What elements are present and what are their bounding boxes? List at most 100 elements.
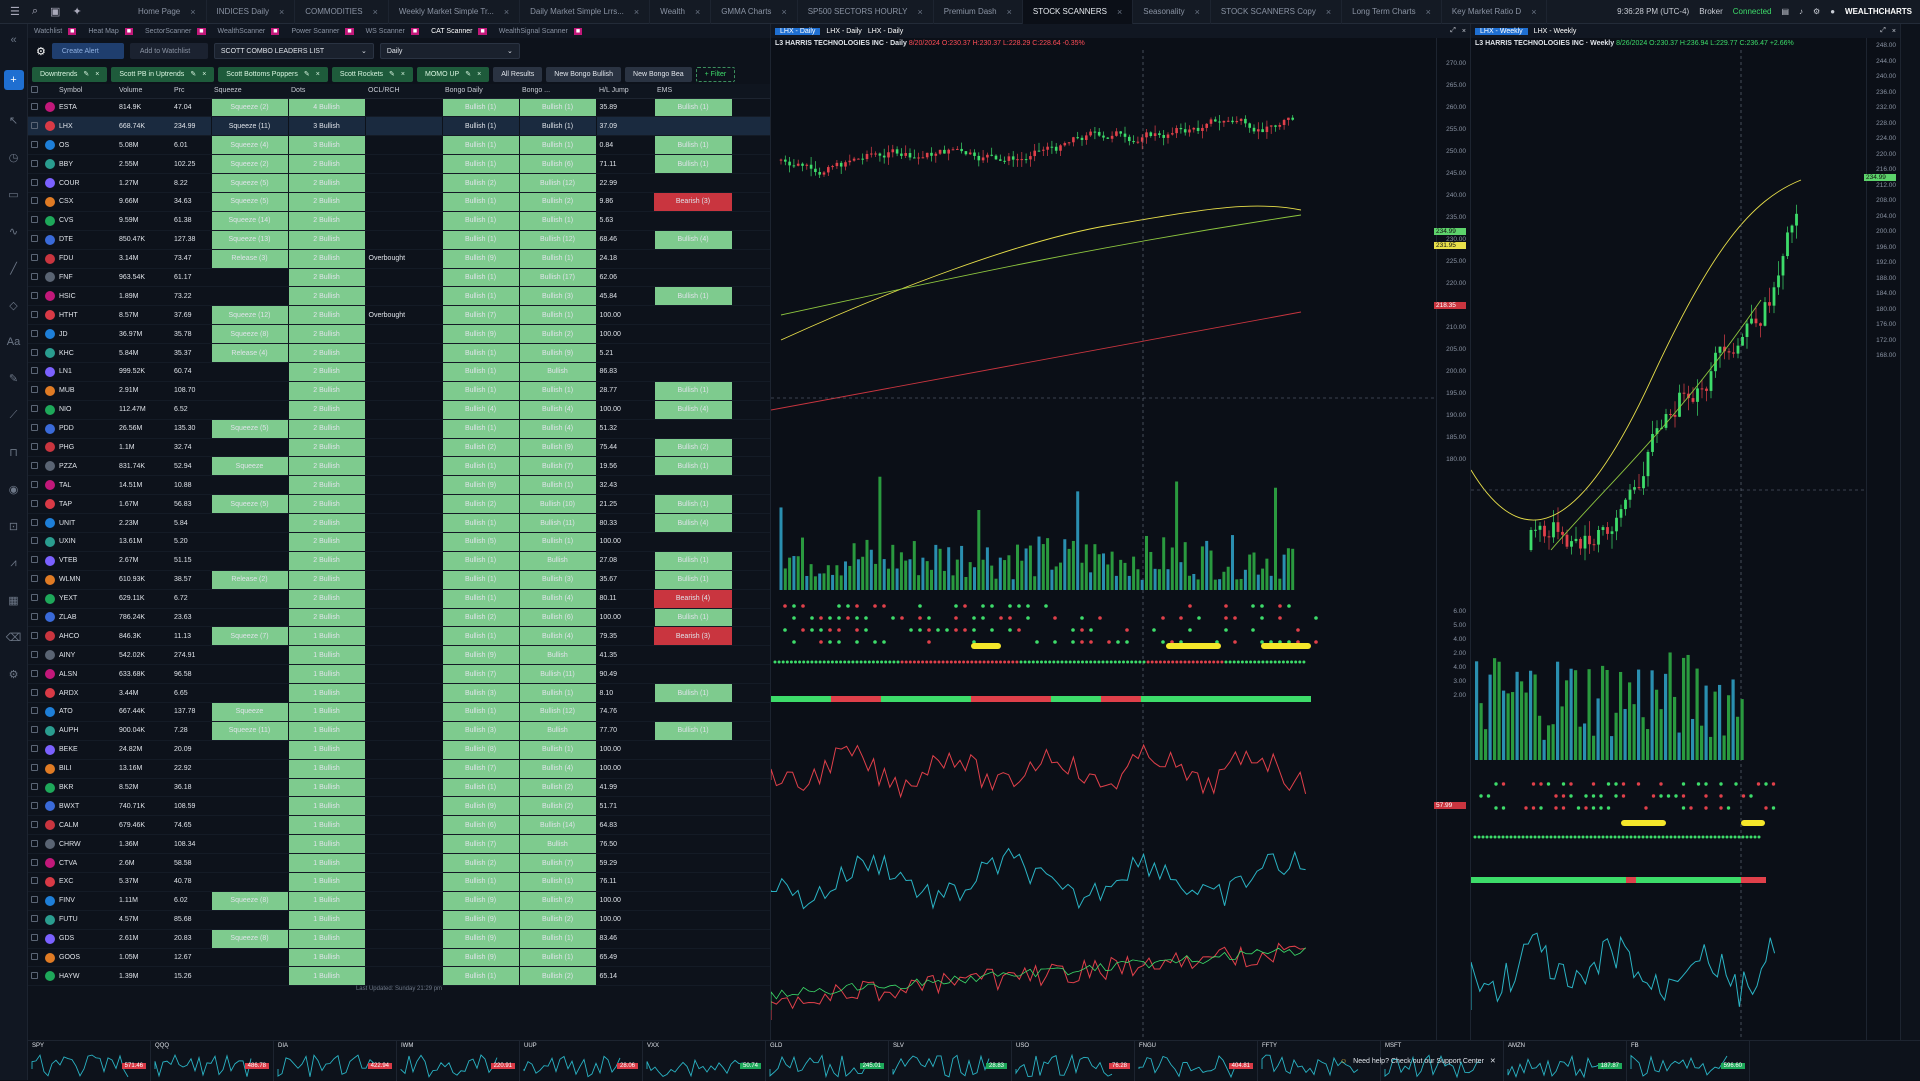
column-header[interactable]: Squeeze: [211, 84, 288, 99]
table-row[interactable]: DTE 850.47K 127.38 Squeeze (13) 2 Bullish Bul…: [28, 230, 770, 250]
gear-icon[interactable]: ⚙: [1813, 7, 1820, 16]
row-checkbox[interactable]: [28, 796, 42, 817]
close-icon[interactable]: ×: [477, 71, 481, 78]
row-checkbox[interactable]: [28, 929, 42, 949]
row-checkbox[interactable]: [28, 456, 42, 477]
layout-tab[interactable]: COMMODITIES ×: [295, 0, 389, 24]
row-checkbox[interactable]: [28, 815, 42, 836]
table-row[interactable]: TAP 1.67M 56.83 Squeeze (5) 2 Bullish Bullish…: [28, 494, 770, 515]
column-header[interactable]: Bongo ...: [519, 84, 596, 99]
chart-tab[interactable]: LHX - Daily: [775, 27, 821, 35]
menu-icon[interactable]: ☰: [10, 5, 20, 18]
close-icon[interactable]: ×: [316, 71, 320, 78]
weekly-chart-canvas[interactable]: [1471, 50, 1867, 1040]
close-icon[interactable]: ×: [279, 7, 284, 17]
column-header[interactable]: Bongo Daily: [442, 84, 519, 99]
table-row[interactable]: ESTA 814.9K 47.04 Squeeze (2) 4 Bullish Bulli…: [28, 98, 770, 118]
row-checkbox[interactable]: [28, 664, 42, 685]
text-icon[interactable]: Aa: [7, 336, 20, 348]
collapse-icon[interactable]: «: [10, 34, 16, 46]
table-row[interactable]: FUTU 4.57M 85.68 1 Bullish Bullish (9) Bullis…: [28, 910, 770, 930]
close-icon[interactable]: ×: [1531, 7, 1536, 17]
filter-chip[interactable]: MOMO UP ✎ ×: [417, 66, 490, 82]
mini-chart[interactable]: UUP 28.06: [520, 1041, 643, 1081]
scanner-subtab[interactable]: Heat Map ■: [82, 27, 139, 35]
layout-tab[interactable]: STOCK SCANNERS ×: [1022, 0, 1134, 24]
mini-chart[interactable]: FNGU 404.81: [1135, 1041, 1258, 1081]
table-row[interactable]: JD 36.97M 35.78 Squeeze (8) 2 Bullish Bullish…: [28, 324, 770, 345]
close-icon[interactable]: ×: [401, 71, 405, 78]
close-icon[interactable]: ✕: [1490, 1057, 1496, 1065]
add-icon[interactable]: +: [3, 70, 24, 90]
calendar-icon[interactable]: ▭: [8, 188, 18, 201]
table-row[interactable]: NIO 112.47M 6.52 2 Bullish Bullish (4) Bullis…: [28, 400, 770, 420]
close-icon[interactable]: ×: [634, 7, 639, 17]
avatar[interactable]: ●: [1830, 7, 1835, 16]
row-checkbox[interactable]: [28, 211, 42, 231]
table-row[interactable]: WLMN 610.93K 38.57 Release (2) 2 Bullish Bull…: [28, 570, 770, 590]
layout-tab[interactable]: Seasonality ×: [1133, 0, 1211, 24]
row-checkbox[interactable]: [28, 400, 42, 420]
eye-icon[interactable]: ◉: [9, 483, 19, 496]
chart-tab[interactable]: LHX - Weekly: [1534, 28, 1577, 35]
column-header[interactable]: Volume: [116, 84, 171, 99]
row-checkbox[interactable]: [28, 116, 42, 137]
results-button[interactable]: All Results: [493, 66, 543, 82]
row-checkbox[interactable]: [28, 381, 42, 401]
edit-icon[interactable]: ✎: [190, 70, 196, 78]
settings-gear-icon[interactable]: ⚙: [36, 45, 46, 58]
row-checkbox[interactable]: [28, 475, 42, 496]
table-row[interactable]: CTVA 2.6M 58.58 1 Bullish Bullish (2) Bullish…: [28, 853, 770, 874]
table-row[interactable]: ATO 667.44K 137.78 Squeeze 1 Bullish Bullish …: [28, 702, 770, 722]
layout-tab[interactable]: GMMA Charts ×: [711, 0, 798, 24]
row-checkbox[interactable]: [28, 891, 42, 911]
layout-tab[interactable]: INDICES Daily ×: [207, 0, 296, 24]
column-header[interactable]: Dots: [288, 84, 365, 99]
table-row[interactable]: OS 5.08M 6.01 Squeeze (4) 3 Bullish Bullish (…: [28, 135, 770, 156]
row-checkbox[interactable]: [28, 305, 42, 326]
daily-price-axis[interactable]: 270.00 265.00 260.00 255.00 250.00 245.00 240.…: [1434, 38, 1470, 1040]
close-icon[interactable]: ×: [1462, 28, 1466, 35]
mini-chart[interactable]: VXX 50.74: [643, 1041, 766, 1081]
clock-icon[interactable]: ◷: [9, 151, 19, 164]
maximize-icon[interactable]: ⤢: [1880, 27, 1886, 35]
row-checkbox[interactable]: [28, 286, 42, 307]
table-row[interactable]: VTEB 2.67M 51.15 2 Bullish Bullish (1) Bullis…: [28, 551, 770, 571]
row-checkbox[interactable]: [28, 966, 42, 987]
row-checkbox[interactable]: [28, 759, 42, 779]
filter-chip[interactable]: Downtrends ✎ ×: [32, 66, 108, 82]
table-row[interactable]: CSX 9.66M 34.63 Squeeze (5) 2 Bullish Bullish…: [28, 192, 770, 212]
mini-chart[interactable]: DIA 422.94: [274, 1041, 397, 1081]
table-row[interactable]: LHX 668.74K 234.99 Squeeze (11) 3 Bullish Bul…: [28, 116, 770, 137]
lock-icon[interactable]: ⊡: [9, 520, 18, 533]
layers-icon[interactable]: ▦: [8, 594, 18, 607]
table-row[interactable]: TAL 14.51M 10.88 2 Bullish Bullish (9) Bullis…: [28, 475, 770, 496]
column-header[interactable]: OCL/RCH: [365, 84, 442, 99]
close-icon[interactable]: ×: [1007, 7, 1012, 17]
row-checkbox[interactable]: [28, 778, 42, 798]
results-button[interactable]: New Bongo Bea: [625, 66, 692, 82]
row-checkbox[interactable]: [28, 362, 42, 382]
mini-chart[interactable]: SPY 571.46: [28, 1041, 151, 1081]
row-checkbox[interactable]: [28, 702, 42, 722]
table-row[interactable]: EXC 5.37M 40.78 1 Bullish Bullish (1) Bullish…: [28, 872, 770, 892]
row-checkbox[interactable]: [28, 192, 42, 212]
row-checkbox[interactable]: [28, 834, 42, 855]
scanner-subtab[interactable]: WealthSignal Scanner ■: [493, 27, 588, 35]
close-icon[interactable]: ×: [95, 71, 99, 78]
add-watchlist-button[interactable]: Add to Watchlist: [129, 43, 208, 59]
table-row[interactable]: BWXT 740.71K 108.59 1 Bullish Bullish (9) Bul…: [28, 796, 770, 817]
row-checkbox[interactable]: [28, 608, 42, 628]
maximize-icon[interactable]: ⤢: [1450, 27, 1456, 35]
settings-icon[interactable]: ⚙: [9, 668, 19, 681]
close-icon[interactable]: ×: [695, 7, 700, 17]
table-row[interactable]: YEXT 629.11K 6.72 2 Bullish Bullish (1) Bulli…: [28, 589, 770, 609]
row-checkbox[interactable]: [28, 683, 42, 703]
row-checkbox[interactable]: [28, 494, 42, 515]
table-row[interactable]: KHC 5.84M 35.37 Release (4) 2 Bullish Bullish…: [28, 343, 770, 363]
layout-tab[interactable]: Premium Dash ×: [934, 0, 1023, 24]
table-row[interactable]: COUR 1.27M 8.22 Squeeze (5) 2 Bullish Bullish…: [28, 173, 770, 193]
close-icon[interactable]: ×: [1892, 28, 1896, 35]
daily-chart-pane[interactable]: LHX - Daily LHX - Daily LHX - Daily ⤢ × L3 H…: [770, 24, 1470, 1040]
table-row[interactable]: MUB 2.91M 108.70 2 Bullish Bullish (1) Bullis…: [28, 381, 770, 401]
